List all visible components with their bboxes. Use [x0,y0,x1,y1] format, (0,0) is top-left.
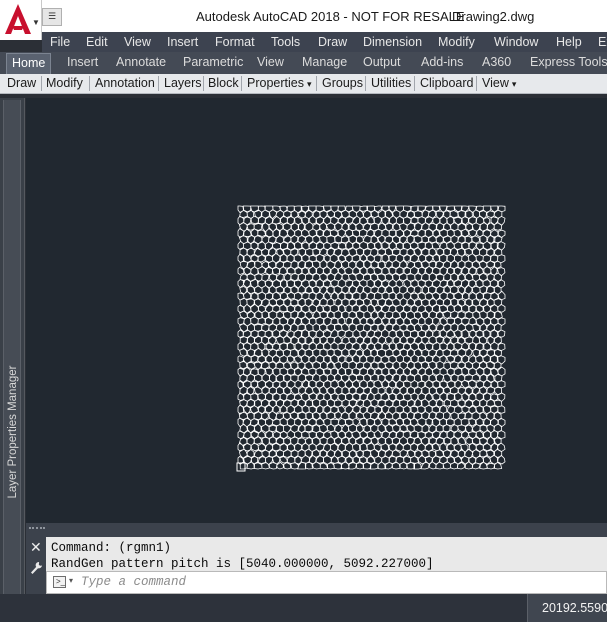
chevron-down-icon[interactable]: ▾ [69,576,73,585]
layer-properties-palette[interactable]: Layer Properties Manager [0,98,25,620]
drawing-canvas[interactable] [26,98,607,523]
menu-modify[interactable]: Modify [438,35,475,49]
menu-express[interactable]: Ex [598,35,607,49]
panel-view[interactable]: View ▾ [482,74,516,93]
pattern-cells [237,205,506,470]
panel-properties[interactable]: Properties ▾ [247,74,312,93]
application-menu-button[interactable]: ▼ [0,0,42,40]
panel-modify[interactable]: Modify [46,74,83,93]
close-icon[interactable]: ✕ [30,539,42,556]
panel-draw[interactable]: Draw [7,74,36,93]
panel-separator [203,76,204,91]
menu-bar: File Edit View Insert Format Tools Draw … [42,32,607,52]
window-title: Autodesk AutoCAD 2018 - NOT FOR RESALE [196,9,465,24]
panel-groups[interactable]: Groups [322,74,363,93]
menu-draw[interactable]: Draw [318,35,347,49]
tab-annotate[interactable]: Annotate [116,55,166,69]
panel-annotation[interactable]: Annotation [95,74,155,93]
command-prompt-icon[interactable]: >_ [53,576,66,588]
command-placeholder: Type a command [81,575,187,589]
panel-block[interactable]: Block [208,74,239,93]
menu-lines-icon: ☰ [48,11,57,21]
chevron-down-icon: ▼ [32,18,40,27]
panel-separator [414,76,415,91]
panel-separator [241,76,242,91]
panel-separator [316,76,317,91]
panel-view-label: View [482,76,509,90]
tab-home[interactable]: Home [6,53,52,74]
quick-access-toolbar-dropdown[interactable]: ☰ [42,8,62,26]
command-line-grip[interactable]: ✕ [26,523,46,594]
panel-separator [89,76,90,91]
command-history: Command: (rgmn1) RandGen pattern pitch is… [46,537,607,571]
panel-expand-icon: ▾ [511,79,517,89]
panel-utilities[interactable]: Utilities [371,74,411,93]
document-name: Drawing2.dwg [452,9,535,24]
panel-separator [158,76,159,91]
menu-format[interactable]: Format [215,35,255,49]
panel-separator [41,76,42,91]
grip-dots-icon [29,527,45,533]
ribbon-tab-bar: Home Insert Annotate Parametric View Man… [0,52,607,74]
autocad-a-logo-icon [5,4,31,34]
random-cell-pattern [236,205,506,472]
panel-separator [476,76,477,91]
panel-clipboard[interactable]: Clipboard [420,74,474,93]
menu-window[interactable]: Window [494,35,538,49]
tab-view[interactable]: View [257,55,284,69]
command-line-window: ✕ Command: (rgmn1) RandGen pattern pitch … [26,523,607,594]
command-input[interactable]: >_ ▾ Type a command [46,571,607,594]
command-history-line: RandGen pattern pitch is [5040.000000, 5… [51,557,434,571]
menu-tools[interactable]: Tools [271,35,300,49]
command-history-line: Command: (rgmn1) [51,541,172,555]
status-bar: 20192.5590, [0,594,607,622]
tab-manage[interactable]: Manage [302,55,347,69]
coordinate-readout[interactable]: 20192.5590, [527,594,607,622]
panel-properties-label: Properties [247,76,304,90]
wrench-icon[interactable] [30,561,43,575]
menu-insert[interactable]: Insert [167,35,198,49]
tab-insert[interactable]: Insert [67,55,98,69]
menu-dimension[interactable]: Dimension [363,35,422,49]
panel-separator [365,76,366,91]
menu-help[interactable]: Help [556,35,582,49]
tab-output[interactable]: Output [363,55,401,69]
palette-title: Layer Properties Manager [7,365,19,499]
menu-file[interactable]: File [50,35,70,49]
ribbon-panel-bar: Draw Modify Annotation Layers Block Prop… [0,74,607,94]
tab-express-tools[interactable]: Express Tools [530,55,607,69]
tab-add-ins[interactable]: Add-ins [421,55,463,69]
title-bar: ▼ ☰ Autodesk AutoCAD 2018 - NOT FOR RESA… [0,0,607,40]
panel-expand-icon: ▾ [306,79,312,89]
menu-view[interactable]: View [124,35,151,49]
menu-edit[interactable]: Edit [86,35,108,49]
tab-a360[interactable]: A360 [482,55,511,69]
panel-layers[interactable]: Layers [164,74,202,93]
tab-parametric[interactable]: Parametric [183,55,243,69]
